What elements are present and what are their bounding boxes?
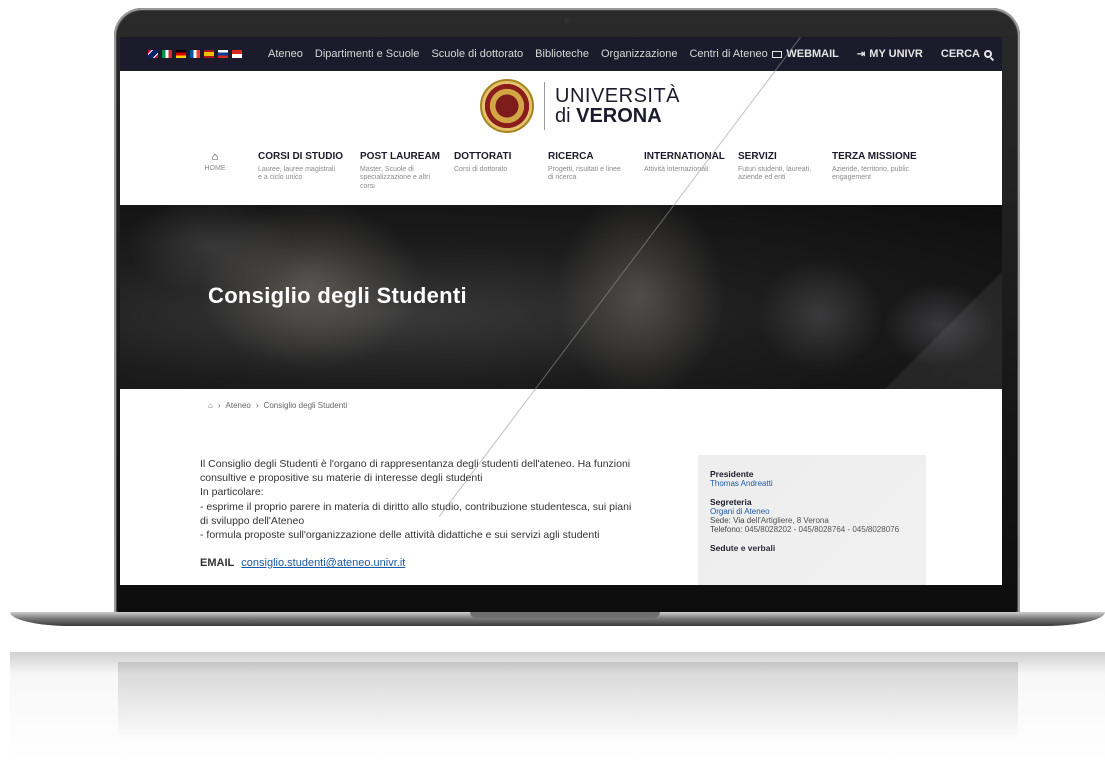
flag-fr-icon[interactable]	[190, 50, 200, 58]
intro-paragraph: Il Consiglio degli Studenti è l'organo d…	[200, 458, 631, 485]
topnav-ateneo[interactable]: Ateneo	[268, 48, 303, 60]
nav-ricerca[interactable]: RICERCA Progetti, risultati e linee di r…	[548, 151, 628, 183]
intro-item: - formula proposte sull'organizzazione d…	[200, 528, 600, 541]
sedute-heading: Sedute e verbali	[710, 543, 776, 553]
logo-divider	[544, 82, 545, 130]
university-logo[interactable]: UNIVERSITÀ di VERONA	[480, 79, 680, 133]
segreteria-link[interactable]: Organi di Ateneo	[710, 507, 914, 516]
logo-wordmark: UNIVERSITÀ di VERONA	[555, 86, 680, 126]
nav-subtitle: Futuri studenti, laureati, aziende ed en…	[738, 166, 812, 182]
intro-item: - esprime il proprio parere in materia d…	[200, 500, 632, 527]
nav-dottorati[interactable]: DOTTORATI Corsi di dottorato	[454, 151, 534, 174]
breadcrumb-separator: ›	[255, 401, 259, 410]
nav-title: POST LAUREAM	[360, 151, 440, 162]
myunivr-label: MY UNIVR	[869, 48, 923, 60]
camera-icon	[564, 18, 569, 23]
flag-es-icon[interactable]	[204, 50, 214, 58]
webmail-label: WEBMAIL	[786, 48, 839, 60]
home-icon: ⌂	[211, 151, 219, 163]
sedute-block: Sedute e verbali	[710, 543, 914, 553]
nav-subtitle: Progetti, risultati e linee di ricerca	[548, 166, 621, 182]
breadcrumb-separator: ›	[217, 401, 221, 410]
nav-servizi[interactable]: SERVIZI Futuri studenti, laureati, azien…	[738, 151, 818, 183]
search-icon	[984, 50, 992, 58]
presidente-heading: Presidente	[710, 469, 754, 479]
myunivr-link[interactable]: ⇥ MY UNIVR	[857, 48, 923, 60]
laptop-notch	[470, 612, 660, 618]
hero-banner: Consiglio degli Studenti	[120, 205, 1002, 389]
segreteria-block: Segreteria Organi di Ateneo Sede: Via de…	[710, 497, 914, 534]
search-label: CERCA	[940, 48, 980, 60]
nav-title: INTERNATIONAL	[644, 151, 725, 162]
main-content: Il Consiglio degli Studenti è l'organo d…	[200, 457, 640, 571]
main-nav: ⌂ HOME CORSI DI STUDIO Lauree, lauree ma…	[198, 151, 918, 205]
logo-line2-prefix: di	[555, 105, 577, 127]
nav-subtitle: Lauree, lauree magistrali e a ciclo unic…	[258, 166, 336, 182]
email-line: EMAIL consiglio.studenti@ateneo.univr.it	[200, 556, 640, 571]
flag-ru-icon[interactable]	[218, 50, 228, 58]
email-link[interactable]: consiglio.studenti@ateneo.univr.it	[241, 557, 405, 569]
top-nav: Ateneo Dipartimenti e Scuole Scuole di d…	[268, 48, 768, 60]
breadcrumb: ⌂ › Ateneo › Consiglio degli Studenti	[208, 401, 347, 410]
laptop-reflection-inner	[118, 662, 1018, 762]
info-sidebar: Presidente Thomas Andreatti Segreteria O…	[698, 455, 926, 585]
nav-title: SERVIZI	[738, 151, 777, 162]
nav-title: CORSI DI STUDIO	[258, 151, 344, 162]
nav-title: RICERCA	[548, 151, 594, 162]
logo-line1: UNIVERSITÀ	[555, 85, 681, 107]
nav-international[interactable]: INTERNATIONAL Attività internazionali	[644, 151, 725, 174]
flag-it-icon[interactable]	[162, 50, 172, 58]
nav-title: TERZA MISSIONE	[832, 151, 917, 162]
nav-home[interactable]: ⌂ HOME	[198, 151, 232, 173]
topnav-dipartimenti[interactable]: Dipartimenti e Scuole	[315, 48, 420, 60]
segreteria-heading: Segreteria	[710, 497, 752, 507]
nav-subtitle: Master, Scuole di specializzazione e alt…	[360, 166, 431, 190]
breadcrumb-ateneo[interactable]: Ateneo	[226, 401, 251, 410]
mail-icon	[772, 50, 783, 58]
segreteria-phone: Telefono: 045/8028202 - 045/8028764 - 04…	[710, 525, 900, 534]
nav-corsi-di-studio[interactable]: CORSI DI STUDIO Lauree, lauree magistral…	[258, 151, 343, 183]
topnav-centri[interactable]: Centri di Ateneo	[689, 48, 767, 60]
page-title: Consiglio degli Studenti	[208, 283, 467, 308]
logo-line2: di VERONA	[555, 106, 680, 126]
presidente-link[interactable]: Thomas Andreatti	[710, 479, 914, 488]
university-seal-icon	[480, 79, 534, 133]
nav-subtitle: Attività internazionali	[644, 166, 709, 173]
nav-subtitle: Aziende, territorio, public engagement	[832, 166, 910, 182]
breadcrumb-current: Consiglio degli Studenti	[263, 401, 348, 410]
intro-line: In particolare:	[200, 486, 264, 499]
presidente-block: Presidente Thomas Andreatti	[710, 469, 914, 488]
webmail-link[interactable]: WEBMAIL	[772, 48, 839, 60]
topnav-biblioteche[interactable]: Biblioteche	[535, 48, 589, 60]
nav-terza-missione[interactable]: TERZA MISSIONE Aziende, territorio, publ…	[832, 151, 917, 183]
top-right-links: WEBMAIL ⇥ MY UNIVR CERCA	[772, 37, 992, 71]
home-icon[interactable]: ⌂	[208, 401, 213, 410]
flag-en-icon[interactable]	[148, 50, 158, 58]
search-button[interactable]: CERCA	[941, 48, 992, 60]
topnav-scuole-dottorato[interactable]: Scuole di dottorato	[431, 48, 523, 60]
nav-subtitle: Corsi di dottorato	[454, 166, 508, 173]
email-label: EMAIL	[200, 557, 235, 570]
topnav-organizzazione[interactable]: Organizzazione	[601, 48, 677, 60]
language-flags	[148, 50, 242, 58]
sign-in-icon: ⇥	[856, 48, 866, 60]
flag-de-icon[interactable]	[176, 50, 186, 58]
segreteria-address: Sede: Via dell'Artigliere, 8 Verona	[710, 516, 829, 525]
nav-post-lauream[interactable]: POST LAUREAM Master, Scuole di specializ…	[360, 151, 440, 191]
logo-line2-bold: VERONA	[576, 105, 662, 127]
flag-other-icon[interactable]	[232, 50, 242, 58]
nav-home-label: HOME	[204, 165, 226, 172]
nav-title: DOTTORATI	[454, 151, 512, 162]
top-bar: Ateneo Dipartimenti e Scuole Scuole di d…	[120, 37, 1002, 71]
browser-screen: Ateneo Dipartimenti e Scuole Scuole di d…	[120, 37, 1002, 585]
